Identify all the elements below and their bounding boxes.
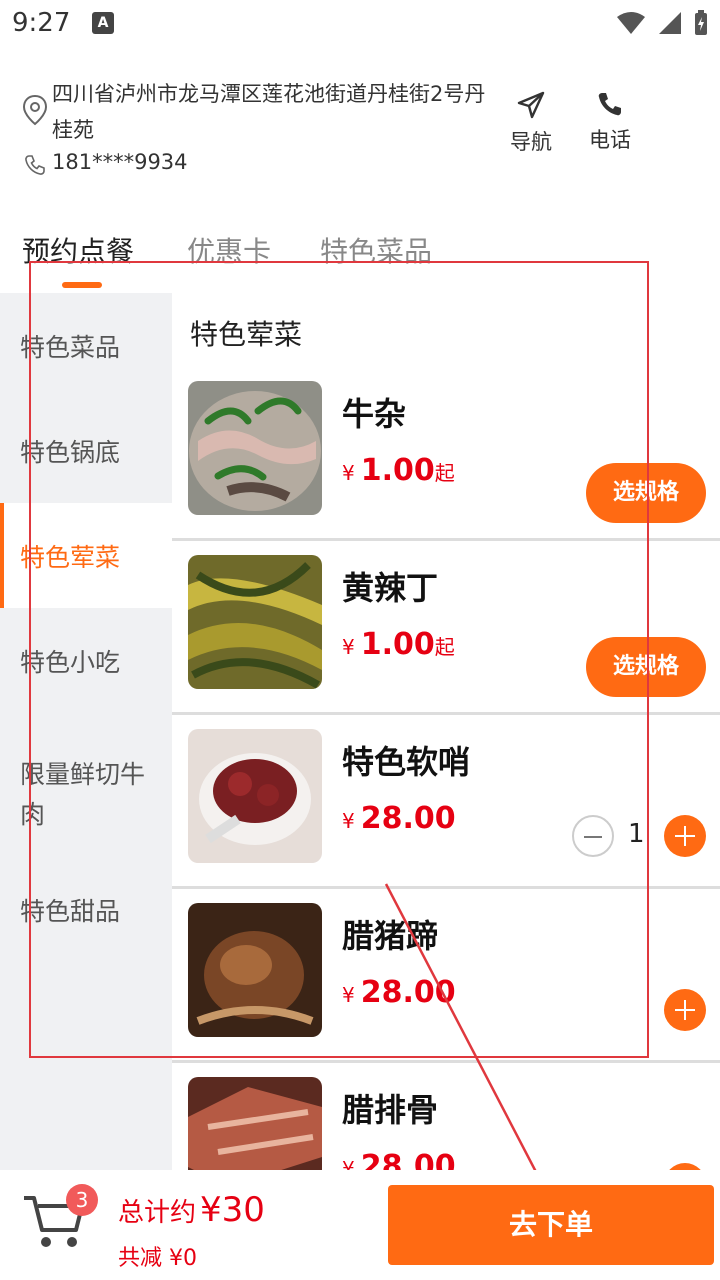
sidebar-item-special-snacks[interactable]: 特色小吃: [0, 608, 172, 713]
select-spec-button[interactable]: 选规格: [586, 463, 706, 523]
increase-quantity-button[interactable]: [664, 989, 706, 1031]
category-sidebar: 特色菜品 特色锅底 特色荤菜 特色小吃 限量鲜切牛肉 特色甜品: [0, 293, 172, 1170]
status-time: 9:27: [12, 8, 71, 38]
dish-photo: [188, 555, 322, 689]
quantity-value: 1: [628, 819, 645, 849]
list-item[interactable]: 牛杂 ¥1.00起 选规格: [172, 367, 720, 541]
dish-name: 特色软哨: [342, 743, 471, 781]
list-item[interactable]: 腊猪蹄 ¥28.00: [172, 889, 720, 1063]
tab-active-indicator: [62, 282, 102, 288]
dish-photo: [188, 903, 322, 1037]
list-item[interactable]: 黄辣丁 ¥1.00起 选规格: [172, 541, 720, 715]
tab-special-dishes[interactable]: 特色菜品: [320, 230, 432, 270]
status-bar: 9:27 A: [0, 0, 720, 48]
dish-name: 牛杂: [342, 395, 407, 433]
status-icons: [616, 10, 708, 36]
select-spec-button[interactable]: 选规格: [586, 637, 706, 697]
cart-total: 总计约 ¥30: [118, 1190, 265, 1230]
tab-reserve-order[interactable]: 预约点餐: [22, 230, 134, 270]
total-label: 总计约: [118, 1198, 197, 1228]
phone-icon: [25, 155, 45, 175]
dish-price: ¥28.00: [342, 801, 456, 836]
section-title: 特色荤菜: [190, 318, 303, 351]
sidebar-item-desserts[interactable]: 特色甜品: [0, 857, 172, 962]
cart-discount: 共减 ¥0: [118, 1246, 197, 1271]
navigation-arrow-icon: [517, 91, 545, 119]
dish-price: ¥1.00起: [342, 453, 455, 488]
cart-count-badge: 3: [66, 1184, 98, 1216]
battery-icon: [695, 10, 707, 35]
dish-price: ¥28.00: [342, 975, 456, 1010]
store-address: 四川省泸州市龙马潭区莲花池街道丹桂街2号丹桂苑: [52, 82, 486, 142]
increase-quantity-button[interactable]: [664, 815, 706, 857]
dish-photo: [188, 1077, 322, 1170]
dish-name: 腊猪蹄: [342, 917, 439, 955]
dish-price: ¥1.00起: [342, 627, 455, 662]
tab-bar: 预约点餐 优惠卡 特色菜品: [0, 226, 720, 294]
increase-quantity-button[interactable]: [664, 1163, 706, 1170]
sidebar-item-fresh-beef[interactable]: 限量鲜切牛肉: [0, 713, 172, 857]
navigate-button[interactable]: 导航: [491, 90, 571, 156]
sidebar-item-special-dishes[interactable]: 特色菜品: [0, 293, 172, 398]
total-amount: ¥30: [200, 1190, 265, 1230]
call-label: 电话: [589, 128, 631, 152]
location-icon: [22, 94, 48, 126]
tab-discount-card[interactable]: 优惠卡: [187, 230, 271, 270]
store-phone: 181****9934: [52, 150, 188, 174]
dish-list: 特色荤菜 牛杂 ¥1.00起 选规格 黄辣丁 ¥1.00起 选规格 特色软哨 ¥…: [172, 293, 720, 1170]
dish-name: 腊排骨: [342, 1091, 439, 1129]
place-order-button[interactable]: 去下单: [388, 1185, 714, 1265]
store-info: 四川省泸州市龙马潭区莲花池街道丹桂街2号丹桂苑 181****9934 导航 电…: [0, 60, 720, 200]
decrease-quantity-button[interactable]: [572, 815, 614, 857]
wifi-icon: [617, 12, 645, 34]
navigate-label: 导航: [510, 130, 552, 154]
cart-bar: 3 总计约 ¥30 共减 ¥0 去下单: [0, 1170, 720, 1280]
dish-name: 黄辣丁: [342, 569, 439, 607]
list-item[interactable]: 特色软哨 ¥28.00 1: [172, 715, 720, 889]
call-button[interactable]: 电话: [570, 90, 650, 154]
dish-photo: [188, 381, 322, 515]
dish-price: ¥28.00: [342, 1149, 456, 1170]
list-item[interactable]: 腊排骨 ¥28.00: [172, 1063, 720, 1170]
sidebar-item-special-broth[interactable]: 特色锅底: [0, 398, 172, 503]
sidebar-item-special-meat[interactable]: 特色荤菜: [0, 503, 172, 608]
phone-call-icon: [598, 93, 621, 116]
dish-photo: [188, 729, 322, 863]
notification-a-icon: A: [92, 12, 114, 34]
cell-signal-icon: [659, 12, 681, 34]
